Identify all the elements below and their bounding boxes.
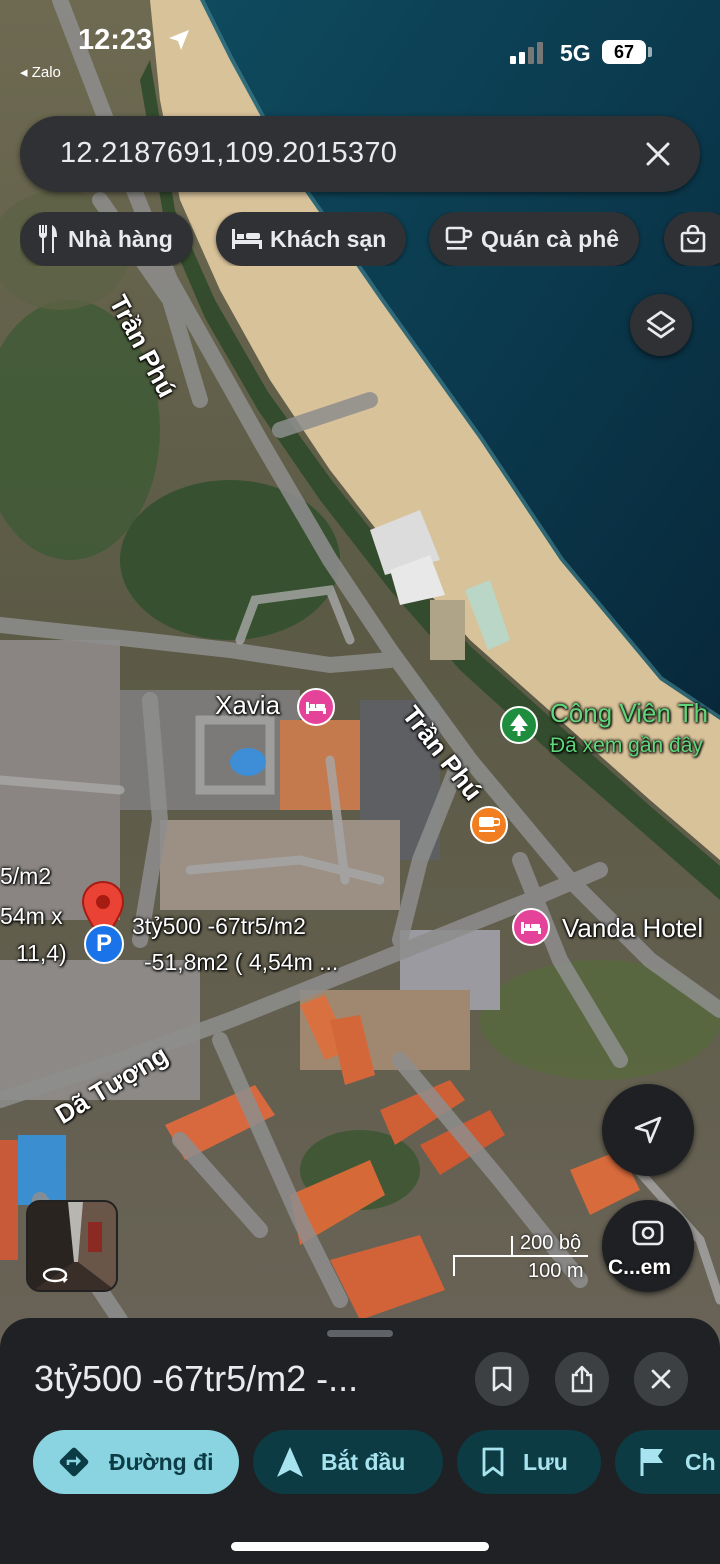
flag-icon <box>640 1448 663 1476</box>
close-icon <box>646 142 670 166</box>
poi-label-xavia[interactable]: Xavia <box>215 690 280 721</box>
pin-label-line2[interactable]: -51,8m2 ( 4,54m ... <box>144 946 338 978</box>
offscreen-pin-label-line1: 5/m2 <box>0 863 52 889</box>
signal-bars-icon <box>510 42 543 64</box>
street-view-thumbnail[interactable] <box>26 1200 118 1292</box>
shopping-bag-icon <box>680 225 706 253</box>
lens-button-label: C...em <box>608 1256 672 1279</box>
chip-cafes[interactable]: Quán cà phê <box>429 212 640 266</box>
share-icon <box>571 1365 593 1393</box>
share-button[interactable] <box>555 1352 609 1406</box>
offscreen-pin-label-line2: 54m x <box>0 903 63 929</box>
label-button-text: Ch <box>685 1448 716 1475</box>
start-button[interactable]: Bắt đầu <box>253 1430 443 1494</box>
bed-icon <box>232 229 262 249</box>
chip-hotels[interactable]: Khách sạn <box>216 212 407 266</box>
status-bar: 12:23 ◂ Zalo 5G 67 <box>0 0 720 95</box>
bookmark-icon <box>482 1447 504 1477</box>
battery-tip <box>648 47 652 57</box>
battery-level: 67 <box>602 40 646 64</box>
close-icon <box>651 1369 671 1389</box>
layers-icon <box>646 310 676 339</box>
status-time: 12:23 <box>78 24 153 56</box>
hotel-pin-icon[interactable] <box>512 908 550 946</box>
camera-search-icon <box>632 1220 664 1246</box>
place-title: 3tỷ500 -67tr5/m2 -... <box>34 1358 359 1399</box>
location-arrow-icon <box>169 30 189 50</box>
poi-sublabel-recently-viewed: Đã xem gần đây <box>550 734 703 757</box>
save-label: Lưu <box>523 1448 568 1475</box>
parking-pin-icon[interactable]: P <box>84 924 124 964</box>
start-label: Bắt đầu <box>321 1448 406 1475</box>
chip-restaurants[interactable]: Nhà hàng <box>20 212 193 266</box>
offscreen-pin-label-line3: 11,4) <box>16 940 67 966</box>
navigation-arrow-icon <box>634 1116 662 1144</box>
sheet-drag-handle[interactable] <box>327 1330 393 1337</box>
category-chips: Nhà hàng Khách sạn Quán cà phê <box>20 212 720 266</box>
pin-label-line1[interactable]: 3tỷ500 -67tr5/m2 <box>132 910 306 942</box>
coffee-cup-icon <box>445 226 473 250</box>
rotate-360-icon <box>42 1267 68 1283</box>
my-location-button[interactable] <box>602 1084 694 1176</box>
bookmark-icon <box>492 1366 512 1392</box>
close-sheet-button[interactable] <box>634 1352 688 1406</box>
navigation-arrow-icon <box>277 1447 303 1477</box>
place-actions: Đường đi Bắt đầu Lưu Ch <box>0 1430 720 1496</box>
search-input[interactable]: 12.2187691,109.2015370 <box>60 137 397 170</box>
label-button[interactable]: Ch <box>615 1430 720 1494</box>
poi-label-vanda-hotel[interactable]: Vanda Hotel <box>562 913 703 944</box>
search-box[interactable]: 12.2187691,109.2015370 <box>20 116 700 192</box>
park-pin-icon[interactable] <box>500 706 538 744</box>
place-bottom-sheet[interactable]: 3tỷ500 -67tr5/m2 -... Đường đi Bắt đầu L… <box>0 1318 720 1564</box>
chip-shopping[interactable] <box>664 212 720 266</box>
directions-button[interactable]: Đường đi <box>33 1430 239 1494</box>
save-place-button[interactable] <box>475 1352 529 1406</box>
directions-icon <box>59 1447 89 1477</box>
chip-cafes-label: Quán cà phê <box>481 225 620 252</box>
chip-restaurants-label: Nhà hàng <box>68 225 173 252</box>
back-to-app-link[interactable]: ◂ Zalo <box>20 63 61 81</box>
chip-hotels-label: Khách sạn <box>270 225 387 252</box>
save-button[interactable]: Lưu <box>457 1430 601 1494</box>
clear-search-button[interactable] <box>638 134 678 174</box>
poi-label-cong-vien[interactable]: Công Viên Th <box>550 698 708 729</box>
map-scale-bar: 200 bộ 100 m <box>452 1232 592 1282</box>
scale-feet: 200 bộ <box>520 1232 582 1254</box>
network-type: 5G <box>560 40 591 66</box>
home-indicator[interactable] <box>231 1542 489 1551</box>
fork-knife-icon <box>38 225 57 253</box>
scale-meters: 100 m <box>528 1260 584 1282</box>
cafe-pin-icon[interactable] <box>470 806 508 844</box>
layers-button[interactable] <box>630 294 692 356</box>
directions-label: Đường đi <box>109 1448 214 1475</box>
hotel-pin-icon[interactable] <box>297 688 335 726</box>
